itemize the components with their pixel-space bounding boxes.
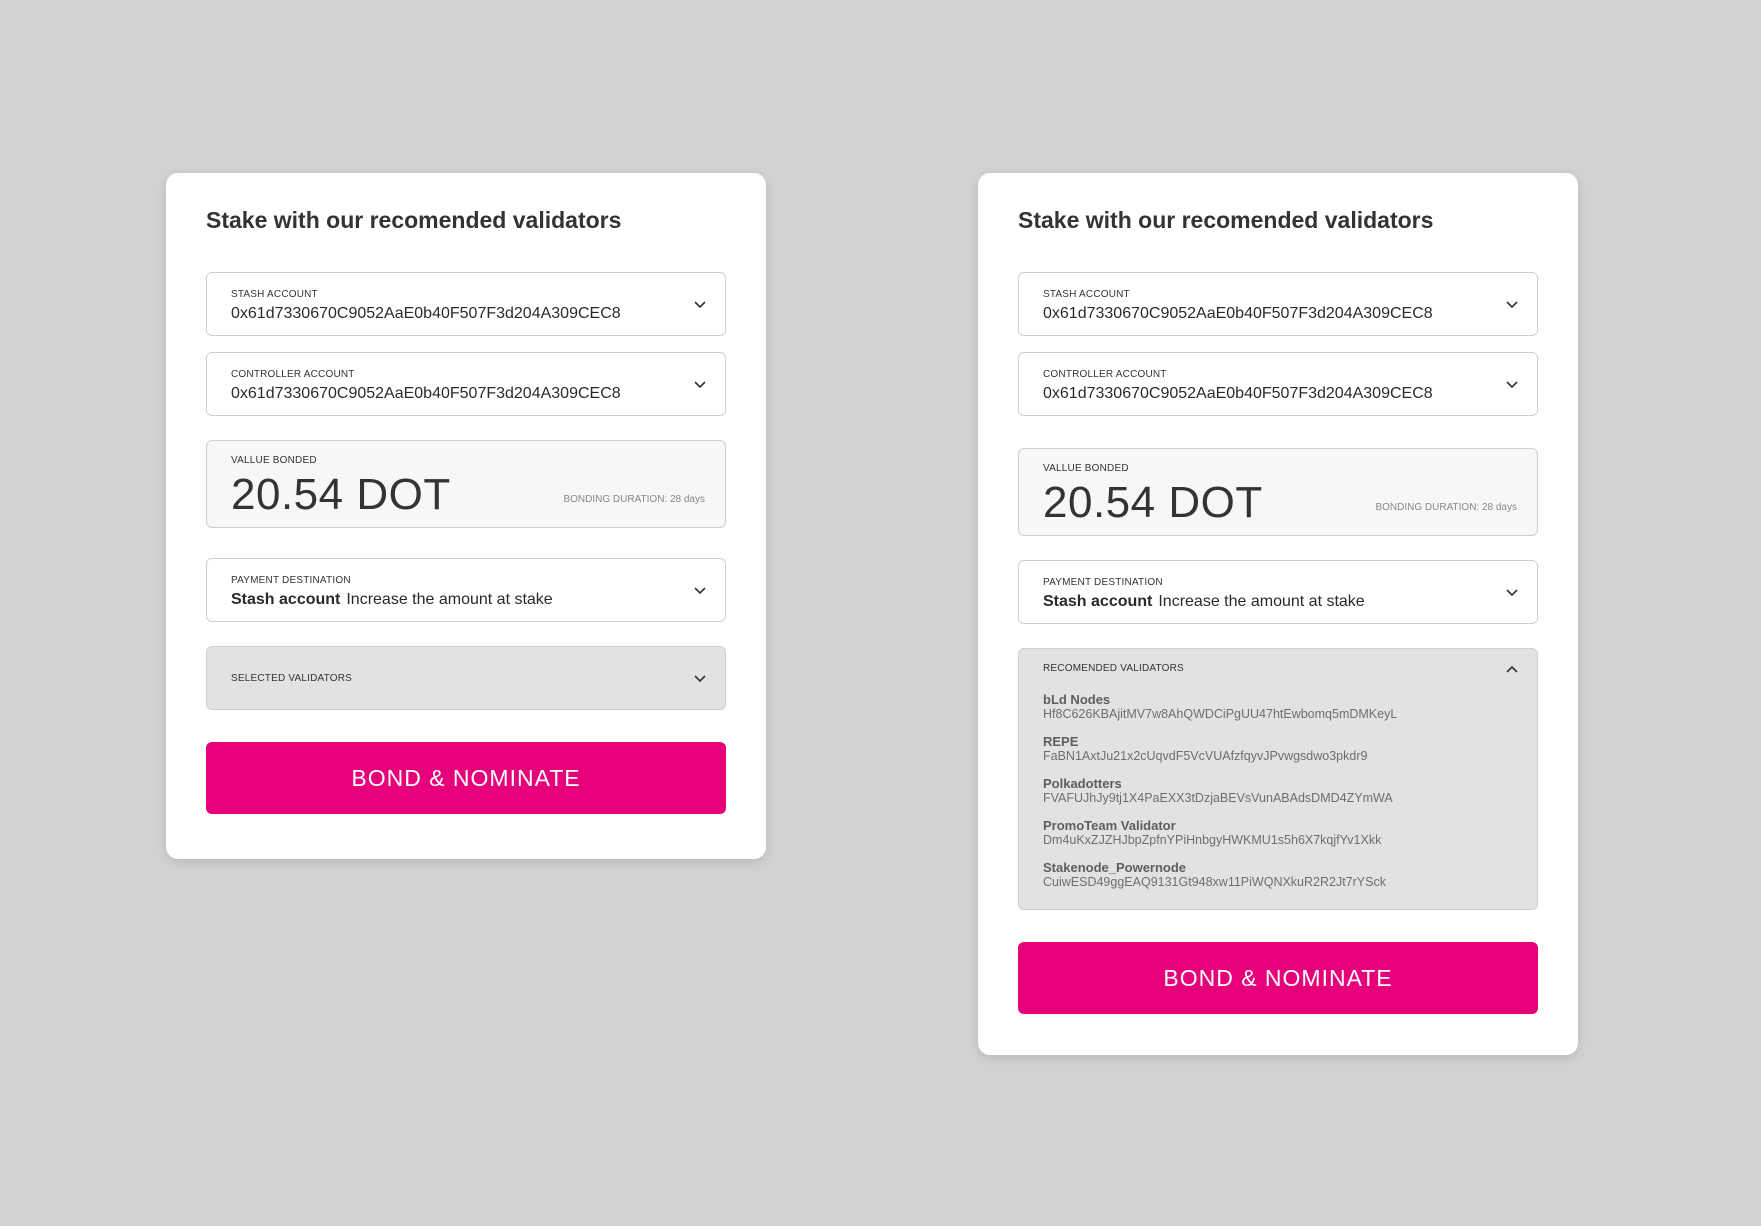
validator-name: REPE bbox=[1043, 734, 1079, 749]
bond-nominate-button[interactable]: BOND & NOMINATE bbox=[206, 742, 726, 814]
validator-item[interactable]: bLd Nodes Hf8C626KBAjitMV7w8AhQWDCiPgUU4… bbox=[1043, 693, 1517, 735]
validator-item[interactable]: Polkadotters FVAFUJhJy9tj1X4PaEXX3tDzjaB… bbox=[1043, 777, 1517, 819]
validator-name: Stakenode_Powernode bbox=[1043, 860, 1187, 875]
validator-address: CuiwESD49ggEAQ9131Gt948xw11PiWQNXkuR2R2J… bbox=[1043, 875, 1386, 889]
payment-destination-description: Increase the amount at stake bbox=[346, 591, 553, 608]
value-bonded-field[interactable]: VALLUE BONDED 20.54 DOT BONDING DURATION… bbox=[1018, 448, 1538, 536]
chevron-down-icon bbox=[1505, 585, 1519, 599]
validator-item[interactable]: Stakenode_Powernode CuiwESD49ggEAQ9131Gt… bbox=[1043, 861, 1517, 903]
chevron-down-icon bbox=[693, 671, 707, 685]
value-bonded-field[interactable]: VALLUE BONDED 20.54 DOT BONDING DURATION… bbox=[206, 440, 726, 528]
stash-account-value: 0x61d7330670C9052AaE0b40F507F3d204A309CE… bbox=[231, 305, 621, 322]
value-bonded-label: VALLUE BONDED bbox=[1043, 463, 1129, 474]
staking-card-collapsed: Stake with our recomended validators STA… bbox=[166, 173, 766, 859]
validator-list: bLd Nodes Hf8C626KBAjitMV7w8AhQWDCiPgUU4… bbox=[1043, 693, 1517, 903]
value-bonded-label: VALLUE BONDED bbox=[231, 455, 317, 466]
validator-name: Polkadotters bbox=[1043, 776, 1122, 791]
chevron-down-icon bbox=[693, 583, 707, 597]
bond-nominate-button[interactable]: BOND & NOMINATE bbox=[1018, 942, 1538, 1014]
controller-account-label: CONTROLLER ACCOUNT bbox=[1043, 369, 1167, 380]
chevron-down-icon bbox=[1505, 377, 1519, 391]
validator-address: Hf8C626KBAjitMV7w8AhQWDCiPgUU47htEwbomq5… bbox=[1043, 707, 1398, 721]
payment-destination-label: PAYMENT DESTINATION bbox=[231, 575, 351, 586]
controller-account-value: 0x61d7330670C9052AaE0b40F507F3d204A309CE… bbox=[1043, 385, 1433, 402]
payment-destination-name: Stash account bbox=[1043, 593, 1153, 610]
selected-validators-label: SELECTED VALIDATORS bbox=[231, 673, 353, 684]
payment-destination-select[interactable]: PAYMENT DESTINATION Stash account Increas… bbox=[206, 558, 726, 622]
validator-name: PromoTeam Validator bbox=[1043, 818, 1176, 833]
validator-address: FaBN1AxtJu21x2cUqvdF5VcVUAfzfqyvJPvwgsdw… bbox=[1043, 749, 1368, 763]
validator-address: Dm4uKxZJZHJbpZpfnYPiHnbgyHWKMU1s5h6X7kqj… bbox=[1043, 833, 1382, 847]
stash-account-label: STASH ACCOUNT bbox=[231, 289, 318, 300]
card-title: Stake with our recomended validators bbox=[1018, 207, 1434, 233]
payment-destination-name: Stash account bbox=[231, 591, 341, 608]
stash-account-select[interactable]: STASH ACCOUNT 0x61d7330670C9052AaE0b40F5… bbox=[206, 272, 726, 336]
chevron-down-icon bbox=[1505, 297, 1519, 311]
stash-account-label: STASH ACCOUNT bbox=[1043, 289, 1130, 300]
selected-validators-select[interactable]: SELECTED VALIDATORS bbox=[206, 646, 726, 710]
validator-name: bLd Nodes bbox=[1043, 692, 1111, 707]
staking-card-expanded: Stake with our recomended validators STA… bbox=[978, 173, 1578, 1055]
validator-address: FVAFUJhJy9tj1X4PaEXX3tDzjaBEVsVunABAdsDM… bbox=[1043, 791, 1393, 805]
bonding-duration: BONDING DURATION: 28 days bbox=[563, 494, 705, 505]
recommended-validators-panel[interactable]: RECOMENDED VALIDATORS bLd Nodes Hf8C626K… bbox=[1018, 648, 1538, 910]
payment-destination-select[interactable]: PAYMENT DESTINATION Stash account Increas… bbox=[1018, 560, 1538, 624]
stash-account-value: 0x61d7330670C9052AaE0b40F507F3d204A309CE… bbox=[1043, 305, 1433, 322]
recommended-validators-label: RECOMENDED VALIDATORS bbox=[1043, 663, 1184, 674]
value-bonded-amount: 20.54 DOT bbox=[231, 470, 451, 519]
controller-account-value: 0x61d7330670C9052AaE0b40F507F3d204A309CE… bbox=[231, 385, 621, 402]
stash-account-select[interactable]: STASH ACCOUNT 0x61d7330670C9052AaE0b40F5… bbox=[1018, 272, 1538, 336]
controller-account-select[interactable]: CONTROLLER ACCOUNT 0x61d7330670C9052AaE0… bbox=[1018, 352, 1538, 416]
validator-item[interactable]: REPE FaBN1AxtJu21x2cUqvdF5VcVUAfzfqyvJPv… bbox=[1043, 735, 1517, 777]
chevron-down-icon bbox=[693, 377, 707, 391]
card-title: Stake with our recomended validators bbox=[206, 207, 622, 233]
payment-destination-description: Increase the amount at stake bbox=[1158, 593, 1365, 610]
value-bonded-amount: 20.54 DOT bbox=[1043, 478, 1263, 527]
chevron-up-icon[interactable] bbox=[1505, 663, 1519, 677]
controller-account-label: CONTROLLER ACCOUNT bbox=[231, 369, 355, 380]
controller-account-select[interactable]: CONTROLLER ACCOUNT 0x61d7330670C9052AaE0… bbox=[206, 352, 726, 416]
payment-destination-value: Stash account Increase the amount at stak… bbox=[231, 591, 553, 609]
bonding-duration: BONDING DURATION: 28 days bbox=[1375, 502, 1517, 513]
chevron-down-icon bbox=[693, 297, 707, 311]
payment-destination-value: Stash account Increase the amount at stak… bbox=[1043, 593, 1365, 611]
validator-item[interactable]: PromoTeam Validator Dm4uKxZJZHJbpZpfnYPi… bbox=[1043, 819, 1517, 861]
payment-destination-label: PAYMENT DESTINATION bbox=[1043, 577, 1163, 588]
